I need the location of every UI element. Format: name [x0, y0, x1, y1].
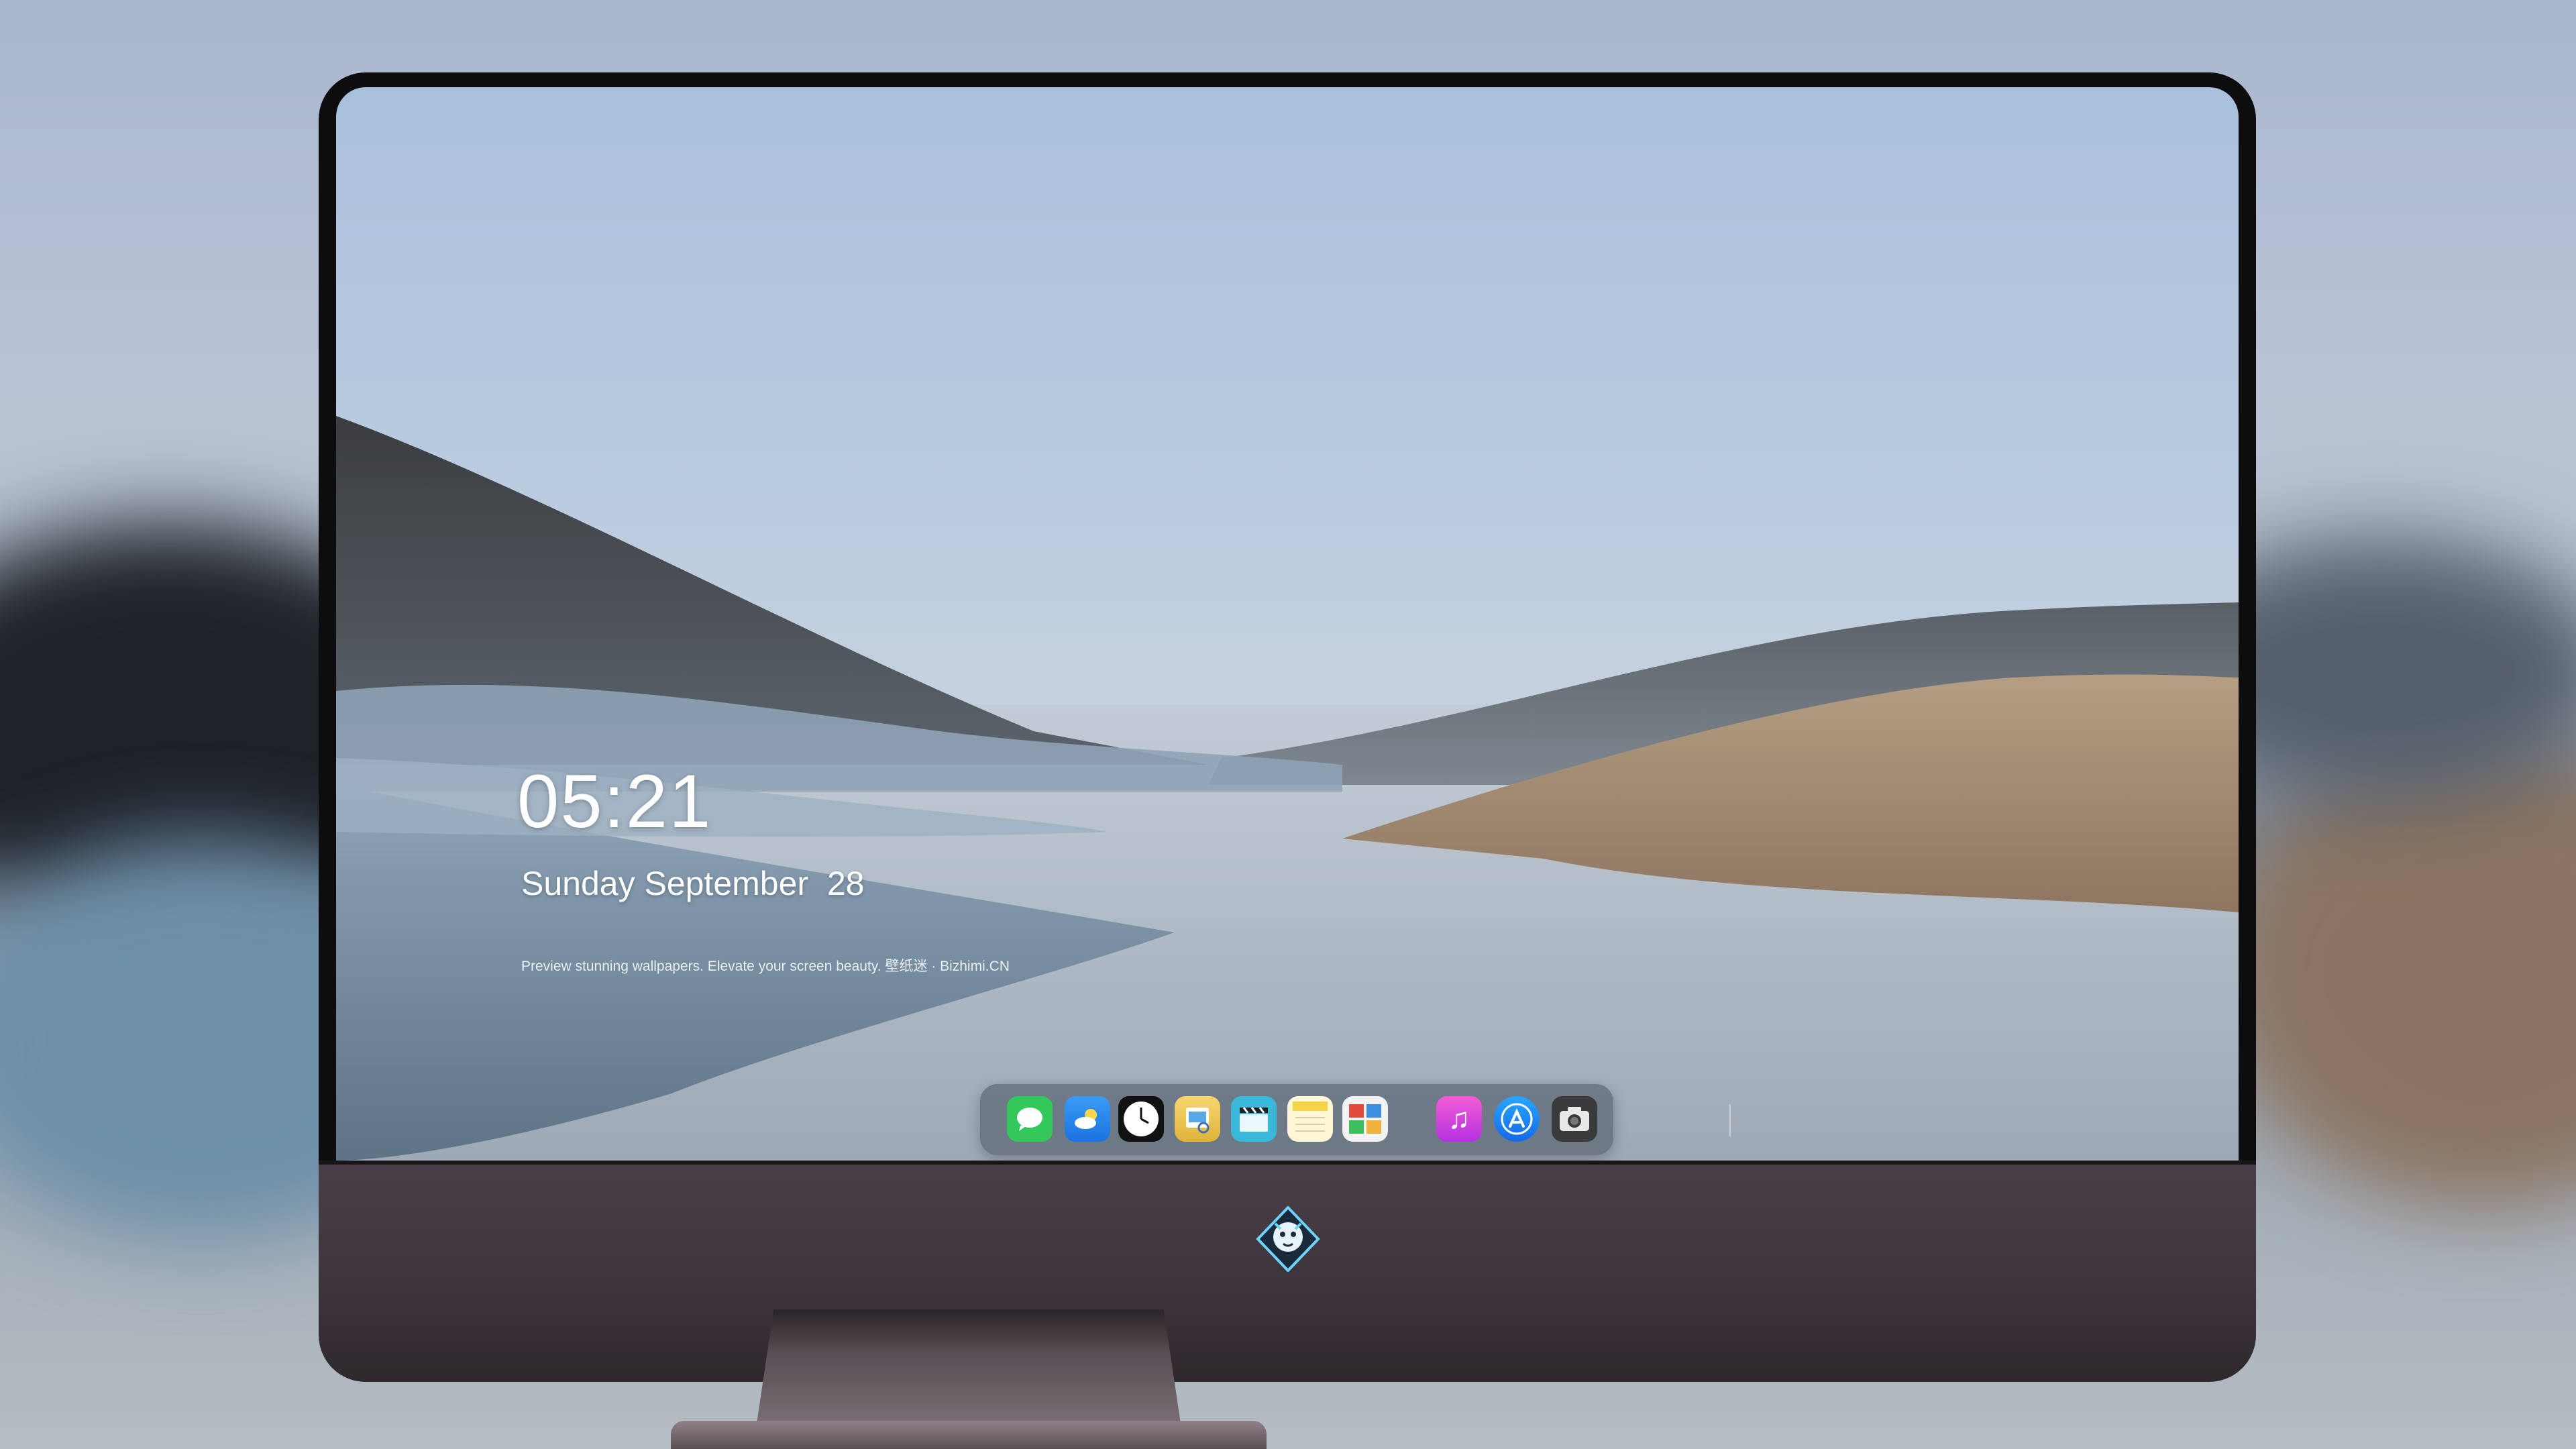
lock-screen-time: 05:21 — [517, 759, 712, 843]
lock-screen-date: Sunday September 28 — [521, 865, 865, 902]
desktop-screen: 05:21 Sunday September 28 Preview stunni… — [336, 87, 2239, 1161]
notes-icon[interactable] — [1287, 1096, 1333, 1142]
wallpaper-landscape — [336, 416, 2239, 1161]
brand-logo-icon — [1256, 1206, 1320, 1272]
messages-icon[interactable] — [1007, 1096, 1053, 1142]
music-icon[interactable]: ♫ — [1436, 1096, 1482, 1142]
monitor-chin-edge — [319, 1161, 2256, 1165]
dock: ♫ — [980, 1084, 1731, 1155]
monitor-stand-base — [671, 1421, 1267, 1449]
camera-icon[interactable] — [1552, 1096, 1597, 1142]
clock-icon[interactable] — [1118, 1096, 1164, 1142]
dock-separator — [1729, 1104, 1731, 1136]
app-store-icon[interactable] — [1494, 1096, 1540, 1142]
monitor-stand-neck — [757, 1309, 1181, 1424]
preview-icon[interactable] — [1175, 1096, 1220, 1142]
clapperboard-icon[interactable] — [1231, 1096, 1277, 1142]
photo-booth-icon[interactable] — [1342, 1096, 1388, 1142]
lock-screen-tagline: Preview stunning wallpapers. Elevate you… — [521, 959, 1010, 974]
weather-icon[interactable] — [1065, 1096, 1110, 1142]
monitor: 05:21 Sunday September 28 Preview stunni… — [319, 72, 2256, 1382]
